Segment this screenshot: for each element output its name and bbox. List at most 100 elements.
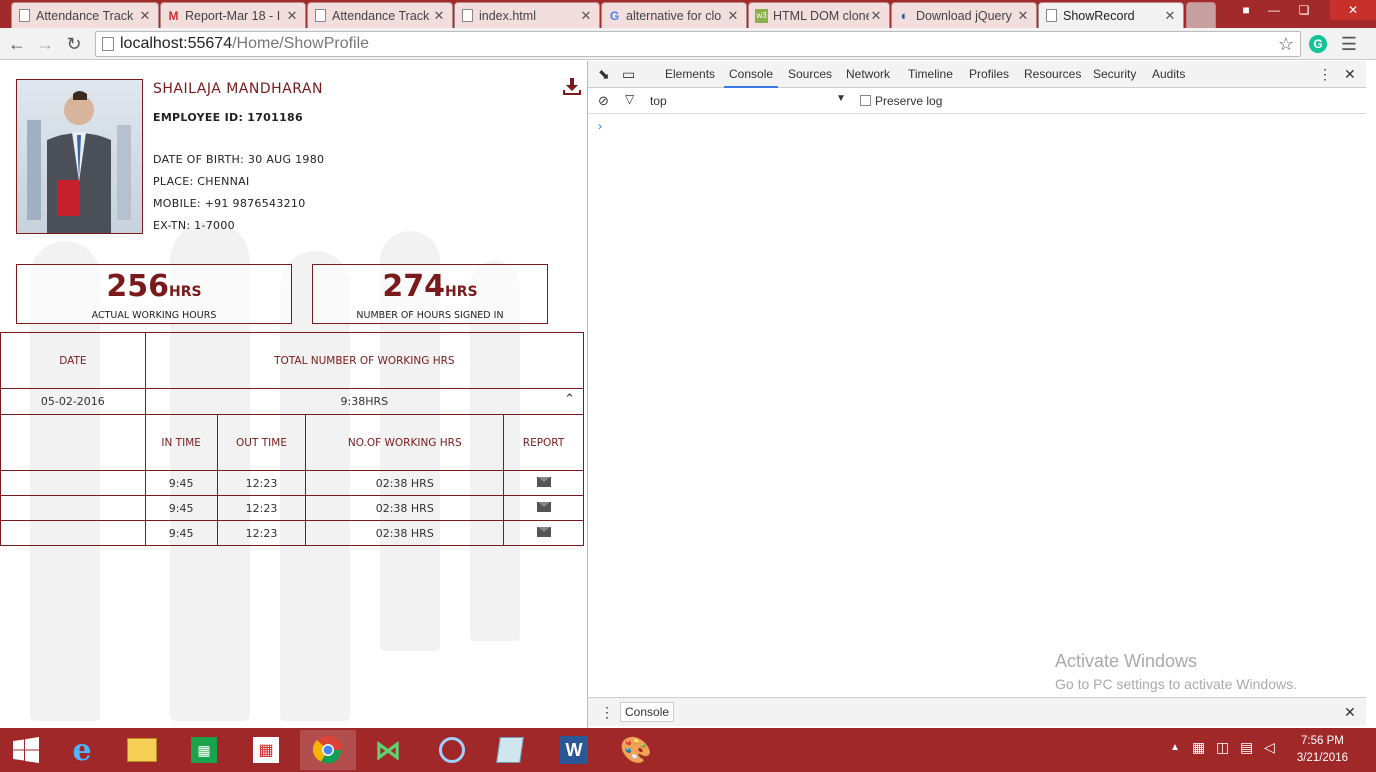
address-bar[interactable]: localhost:55674/Home/ShowProfile (95, 31, 1301, 57)
google-icon: G (609, 8, 620, 23)
envelope-icon[interactable] (536, 501, 551, 512)
tab-network[interactable]: Network (846, 61, 890, 88)
col-working-hrs: NO.OF WORKING HRS (305, 414, 505, 471)
close-icon[interactable]: ✕ (726, 8, 740, 24)
close-icon[interactable]: ✕ (138, 8, 152, 24)
col-out-time: OUT TIME (216, 414, 307, 471)
close-icon[interactable]: ✕ (285, 8, 299, 24)
preserve-log-checkbox[interactable] (860, 95, 871, 106)
chevron-up-icon[interactable]: ⌃ (564, 392, 575, 407)
volume-icon[interactable]: ◁ (1264, 739, 1275, 756)
drawer-tab-console[interactable]: Console (620, 702, 675, 722)
more-options-icon[interactable]: ⋮ (1318, 61, 1332, 88)
close-icon[interactable]: ✕ (1163, 8, 1177, 24)
page-viewport: SHAILAJA MANDHARAN EMPLOYEE ID: 1701186 … (0, 61, 587, 728)
close-drawer-icon[interactable]: ✕ (1344, 704, 1356, 721)
store-icon[interactable]: ▦ (176, 730, 232, 770)
show-hidden-icons[interactable]: ▲ (1170, 742, 1180, 753)
user-icon[interactable]: ■ (1232, 0, 1260, 20)
new-tab-button[interactable] (1186, 2, 1216, 28)
actual-hours-value: 256 (106, 269, 170, 304)
restore-icon[interactable]: ❏ (1290, 0, 1318, 20)
windows-start-icon[interactable] (0, 730, 52, 770)
console-filter-bar: ⊘ ▽ top ▼ Preserve log (588, 89, 1366, 114)
apps-icon[interactable]: ▦ (238, 730, 294, 770)
console-prompt-icon[interactable]: › (598, 119, 602, 133)
star-icon[interactable]: ☆ (1275, 33, 1297, 55)
employee-name: SHAILAJA MANDHARAN (153, 81, 323, 97)
close-icon[interactable]: ✕ (432, 8, 446, 24)
word-icon[interactable]: W (546, 730, 602, 770)
gmail-icon: M (168, 8, 179, 23)
envelope-icon[interactable] (536, 526, 551, 537)
envelope-icon[interactable] (536, 476, 551, 487)
table-summary-row[interactable]: 05-02-2016 9:38HRS ⌃ (0, 388, 585, 415)
download-icon[interactable] (562, 78, 582, 96)
filter-icon[interactable]: ▽ (625, 92, 634, 106)
tab-html-dom[interactable]: w3 HTML DOM clone ✕ (748, 2, 890, 28)
tab-jquery[interactable]: ◐ Download jQuery ✕ (891, 2, 1037, 28)
system-clock[interactable]: 7:56 PM 3/21/2016 (1297, 733, 1348, 767)
tab-security[interactable]: Security (1093, 61, 1136, 88)
notepad-icon[interactable] (482, 730, 538, 770)
col-date: DATE (0, 332, 146, 389)
tab-alternative[interactable]: G alternative for clo ✕ (601, 2, 747, 28)
file-explorer-icon[interactable] (114, 730, 170, 770)
in-time: 9:45 (144, 495, 218, 521)
date-of-birth: DATE OF BIRTH: 30 AUG 1980 (153, 153, 325, 166)
internet-explorer-icon[interactable]: e (54, 730, 110, 770)
action-center-icon[interactable]: ▦ (1192, 739, 1205, 756)
paint-icon[interactable]: 🎨 (608, 730, 664, 770)
tab-timeline[interactable]: Timeline (908, 61, 953, 88)
tab-showrecord[interactable]: ShowRecord ✕ (1038, 2, 1184, 28)
working-hrs: 02:38 HRS (305, 470, 505, 496)
tab-console[interactable]: Console (724, 61, 779, 88)
mobile: MOBILE: +91 9876543210 (153, 197, 306, 210)
close-icon[interactable]: ✕ (579, 8, 593, 24)
minimize-icon[interactable]: — (1260, 0, 1288, 20)
tab-attendance-2[interactable]: Attendance Track ✕ (307, 2, 453, 28)
working-hrs: 02:38 HRS (305, 520, 505, 546)
document-icon (461, 9, 474, 23)
visual-studio-icon[interactable]: ⋈ (360, 730, 416, 770)
chrome-icon[interactable] (300, 730, 356, 770)
tab-profiles[interactable]: Profiles (969, 61, 1009, 88)
close-devtools-icon[interactable]: ✕ (1344, 61, 1356, 88)
out-time: 12:23 (216, 520, 307, 546)
col-total: TOTAL NUMBER OF WORKING HRS (144, 332, 585, 389)
remote-app-icon[interactable] (424, 730, 480, 770)
signed-hours-label: NUMBER OF HOURS SIGNED IN (356, 310, 504, 321)
back-icon[interactable]: ← (6, 33, 28, 55)
grammarly-icon[interactable]: G (1307, 33, 1329, 55)
tab-audits[interactable]: Audits (1152, 61, 1185, 88)
network-icon[interactable]: ◫ (1216, 739, 1229, 756)
attendance-table: DATE TOTAL NUMBER OF WORKING HRS 05-02-2… (0, 332, 585, 546)
tab-elements[interactable]: Elements (665, 61, 715, 88)
tab-resources[interactable]: Resources (1024, 61, 1081, 88)
forward-icon[interactable]: → (34, 33, 56, 55)
menu-icon[interactable]: ☰ (1338, 33, 1360, 55)
page-icon (102, 37, 114, 51)
sub-header-row: IN TIME OUT TIME NO.OF WORKING HRS REPOR… (0, 414, 584, 471)
display-icon[interactable]: ▤ (1240, 739, 1253, 756)
device-mode-icon[interactable]: ▭ (622, 61, 635, 88)
context-select[interactable]: top (650, 94, 667, 108)
devtools-scrollbar[interactable] (1366, 61, 1376, 728)
dropdown-arrow-icon[interactable]: ▼ (836, 93, 846, 104)
tab-report[interactable]: M Report-Mar 18 - I ✕ (160, 2, 306, 28)
tab-sources[interactable]: Sources (788, 61, 832, 88)
table-row: 9:45 12:23 02:38 HRS (0, 495, 584, 521)
close-window-icon[interactable]: ✕ (1330, 0, 1376, 20)
close-icon[interactable]: ✕ (1016, 8, 1030, 24)
profile-photo (16, 79, 143, 234)
tab-attendance-1[interactable]: Attendance Track ✕ (11, 2, 159, 28)
reload-icon[interactable]: ↻ (63, 33, 85, 55)
clear-console-icon[interactable]: ⊘ (598, 93, 609, 109)
jquery-icon: ◐ (900, 8, 909, 23)
console-drawer: ⋮ Console ✕ (588, 697, 1366, 726)
close-icon[interactable]: ✕ (869, 8, 883, 24)
out-time: 12:23 (216, 470, 307, 496)
tab-index[interactable]: index.html ✕ (454, 2, 600, 28)
drawer-menu-icon[interactable]: ⋮ (600, 704, 614, 721)
inspect-icon[interactable]: ⬊ (598, 61, 610, 88)
